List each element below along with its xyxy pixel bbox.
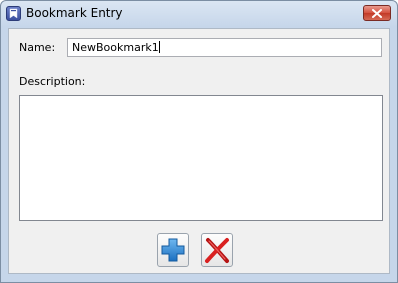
close-icon: [372, 9, 382, 18]
name-label: Name:: [19, 41, 56, 54]
name-input-value: NewBookmark1: [72, 41, 159, 54]
title-bar[interactable]: Bookmark Entry: [1, 1, 397, 27]
text-caret: [158, 41, 160, 53]
red-x-icon: [205, 238, 229, 263]
dialog-body: Name: NewBookmark1 Description:: [8, 28, 390, 274]
cancel-button[interactable]: [201, 233, 233, 267]
description-label: Description:: [19, 75, 86, 88]
bookmark-app-icon: [6, 6, 21, 21]
window-title: Bookmark Entry: [26, 6, 123, 20]
bookmark-entry-dialog: Bookmark Entry Name: NewBookmark1 Descri…: [0, 0, 398, 283]
description-textarea[interactable]: [19, 95, 383, 221]
name-input[interactable]: NewBookmark1: [67, 38, 382, 57]
close-button[interactable]: [363, 5, 391, 21]
add-bookmark-button[interactable]: [157, 233, 189, 267]
plus-icon: [161, 238, 185, 262]
